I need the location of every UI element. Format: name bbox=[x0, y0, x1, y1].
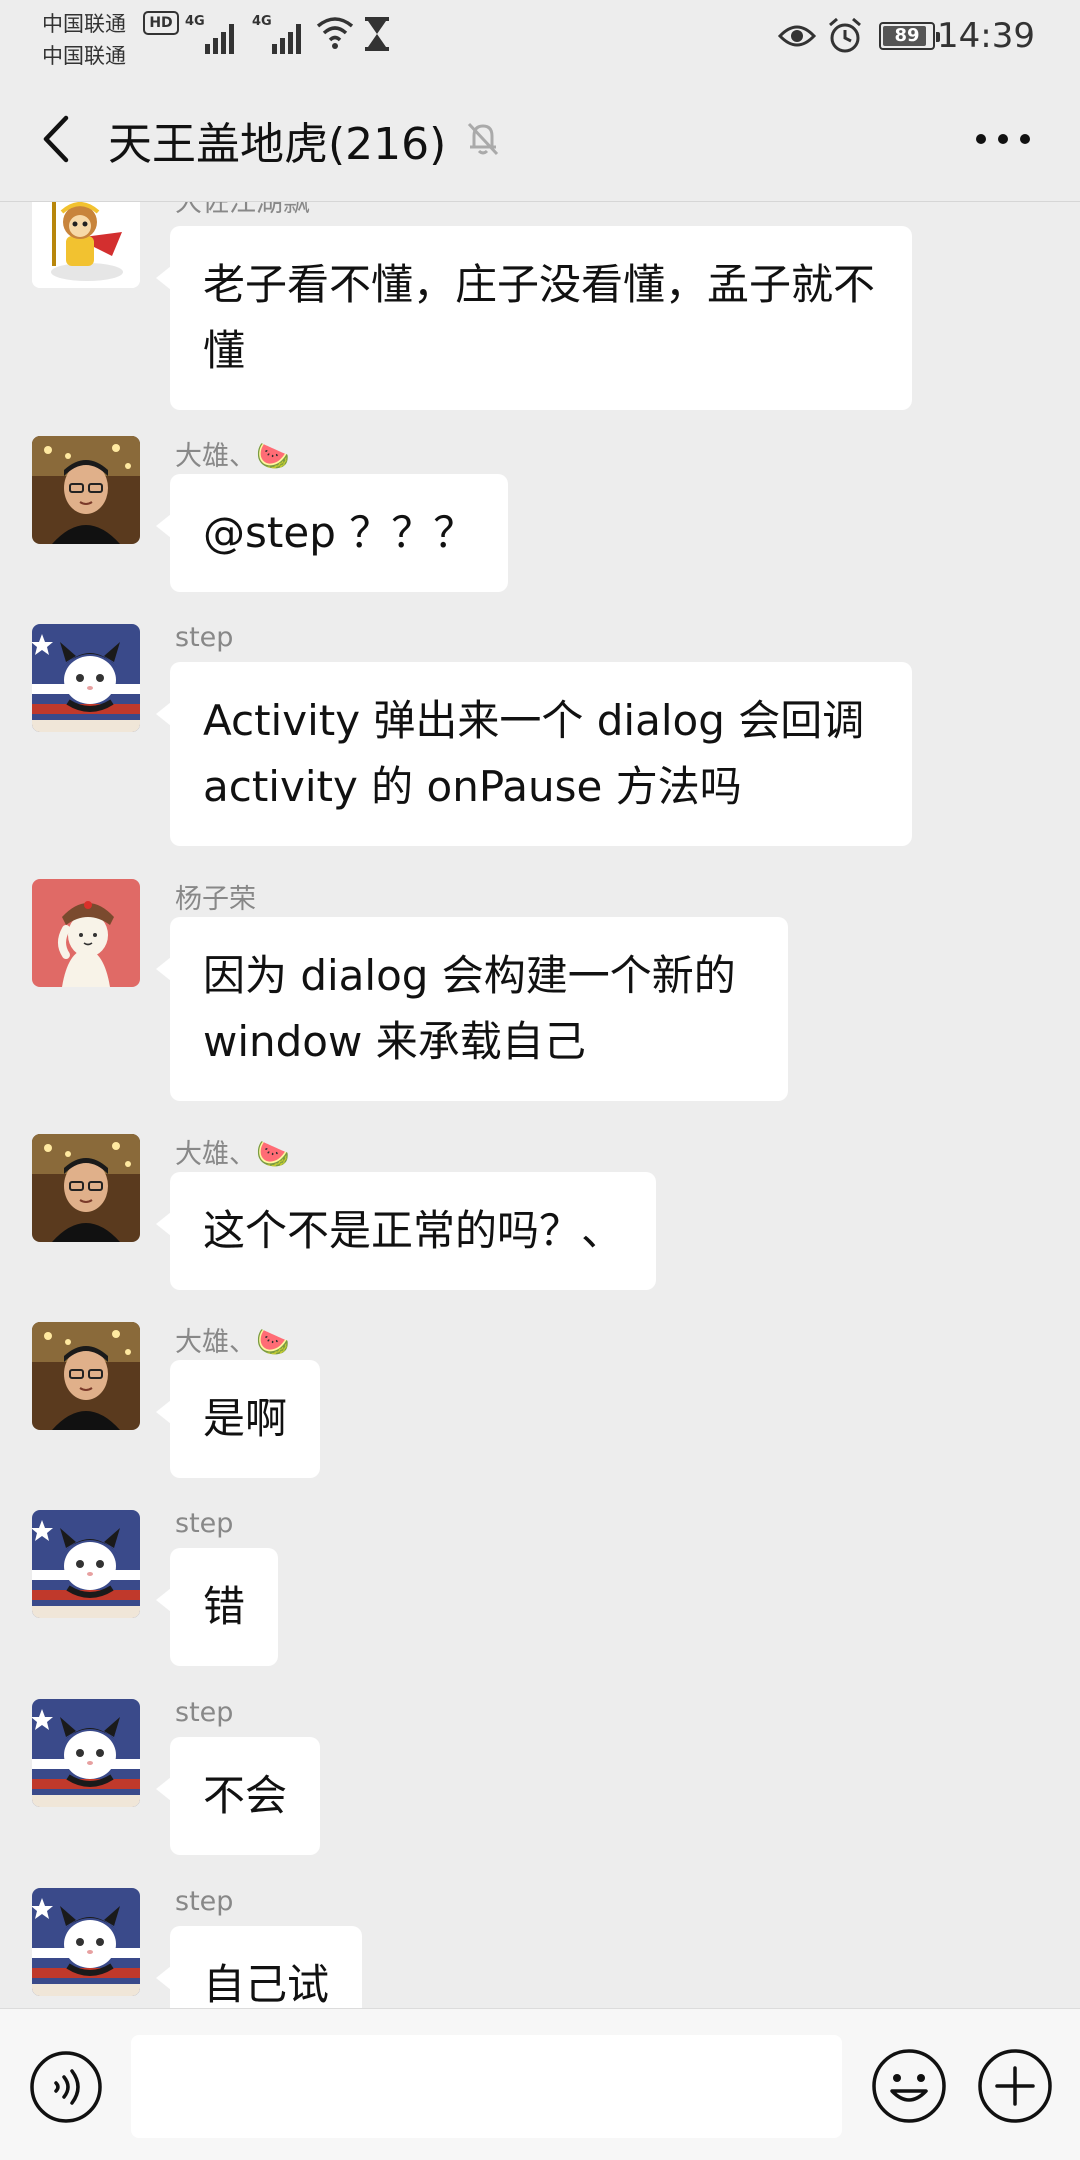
message-list[interactable]: 大佐江湖飘 老子看不懂，庄子没看懂，孟子就不懂 大雄、🍉 @step ？？？ s… bbox=[0, 202, 1080, 2008]
sender-name: 大雄、🍉 bbox=[175, 1327, 290, 1358]
avatar[interactable] bbox=[32, 1322, 140, 1430]
cellular-signal-icon-2: 4G bbox=[252, 14, 304, 54]
message-bubble[interactable]: 这个不是正常的吗？、 bbox=[155, 1172, 657, 1290]
avatar[interactable] bbox=[32, 436, 140, 544]
hourglass-icon bbox=[365, 17, 389, 51]
sender-name: 大佐江湖飘 bbox=[175, 202, 310, 218]
chat-header: 天王盖地虎(216) bbox=[0, 74, 1080, 202]
message-bubble[interactable]: 自己试 bbox=[155, 1926, 363, 2008]
avatar[interactable] bbox=[32, 879, 140, 987]
avatar[interactable] bbox=[32, 1510, 140, 1618]
message-bubble[interactable]: 是啊 bbox=[155, 1360, 321, 1478]
sender-name: 大雄、🍉 bbox=[175, 441, 290, 472]
sender-name: 大雄、🍉 bbox=[175, 1139, 290, 1170]
message-item: 大雄、🍉 @step ？？？ bbox=[0, 434, 1080, 594]
message-bubble[interactable]: Activity 弹出来一个 dialog 会回调 activity 的 onP… bbox=[156, 662, 912, 846]
message-item: step 错 bbox=[0, 1508, 1080, 1668]
message-item: step 自己试 bbox=[0, 1886, 1080, 2008]
emoji-icon[interactable] bbox=[870, 2047, 948, 2125]
avatar[interactable] bbox=[32, 1888, 140, 1996]
eye-comfort-icon bbox=[778, 25, 816, 47]
message-bubble[interactable]: 因为 dialog 会构建一个新的 window 来承载自己 bbox=[156, 917, 788, 1101]
clock: 14:39 bbox=[937, 16, 1035, 56]
network-type-label-2: 4G bbox=[252, 14, 272, 29]
voice-icon[interactable] bbox=[28, 2049, 104, 2125]
message-item: 大雄、🍉 是啊 bbox=[0, 1320, 1080, 1480]
message-bubble[interactable]: @step ？？？ bbox=[155, 474, 509, 592]
sender-name: step bbox=[175, 1886, 234, 1917]
plus-icon[interactable] bbox=[976, 2047, 1054, 2125]
battery-icon: 89 bbox=[879, 22, 940, 50]
message-item: step 不会 bbox=[0, 1697, 1080, 1857]
message-bubble[interactable]: 老子看不懂，庄子没看懂，孟子就不懂 bbox=[156, 226, 912, 410]
hd-badge: HD bbox=[143, 11, 179, 35]
chat-title: 天王盖地虎(216) bbox=[108, 119, 447, 170]
sender-name: step bbox=[175, 1508, 234, 1539]
avatar[interactable] bbox=[32, 1134, 140, 1242]
sender-name: step bbox=[175, 622, 234, 653]
carrier-label-secondary: 中国联通 bbox=[42, 44, 126, 68]
more-dots-icon[interactable] bbox=[975, 129, 1031, 149]
sender-name: 杨子荣 bbox=[175, 884, 256, 915]
avatar[interactable] bbox=[32, 624, 140, 732]
message-bubble[interactable]: 不会 bbox=[155, 1737, 321, 1855]
bell-muted-icon bbox=[467, 122, 499, 156]
back-arrow-icon[interactable] bbox=[38, 114, 78, 164]
carrier-label-primary: 中国联通 bbox=[42, 12, 126, 36]
message-bubble[interactable]: 错 bbox=[155, 1548, 279, 1666]
alarm-icon bbox=[829, 17, 861, 53]
message-item: 大佐江湖飘 老子看不懂，庄子没看懂，孟子就不懂 bbox=[0, 202, 1080, 410]
avatar[interactable] bbox=[32, 202, 140, 288]
message-input[interactable] bbox=[131, 2035, 842, 2138]
message-item: 大雄、🍉 这个不是正常的吗？、 bbox=[0, 1132, 1080, 1292]
wifi-icon bbox=[316, 17, 354, 49]
network-type-label: 4G bbox=[185, 14, 205, 29]
cellular-signal-icon: 4G bbox=[185, 14, 237, 54]
sender-name: step bbox=[175, 1697, 234, 1728]
battery-level: 89 bbox=[894, 25, 920, 46]
input-bar bbox=[0, 2008, 1080, 2160]
message-item: 杨子荣 因为 dialog 会构建一个新的 window 来承载自己 bbox=[0, 877, 1080, 1102]
status-bar: 中国联通 HD 中国联通 4G 4G 89 14:39 bbox=[0, 0, 1080, 74]
message-item: step Activity 弹出来一个 dialog 会回调 activity … bbox=[0, 622, 1080, 847]
avatar[interactable] bbox=[32, 1699, 140, 1807]
